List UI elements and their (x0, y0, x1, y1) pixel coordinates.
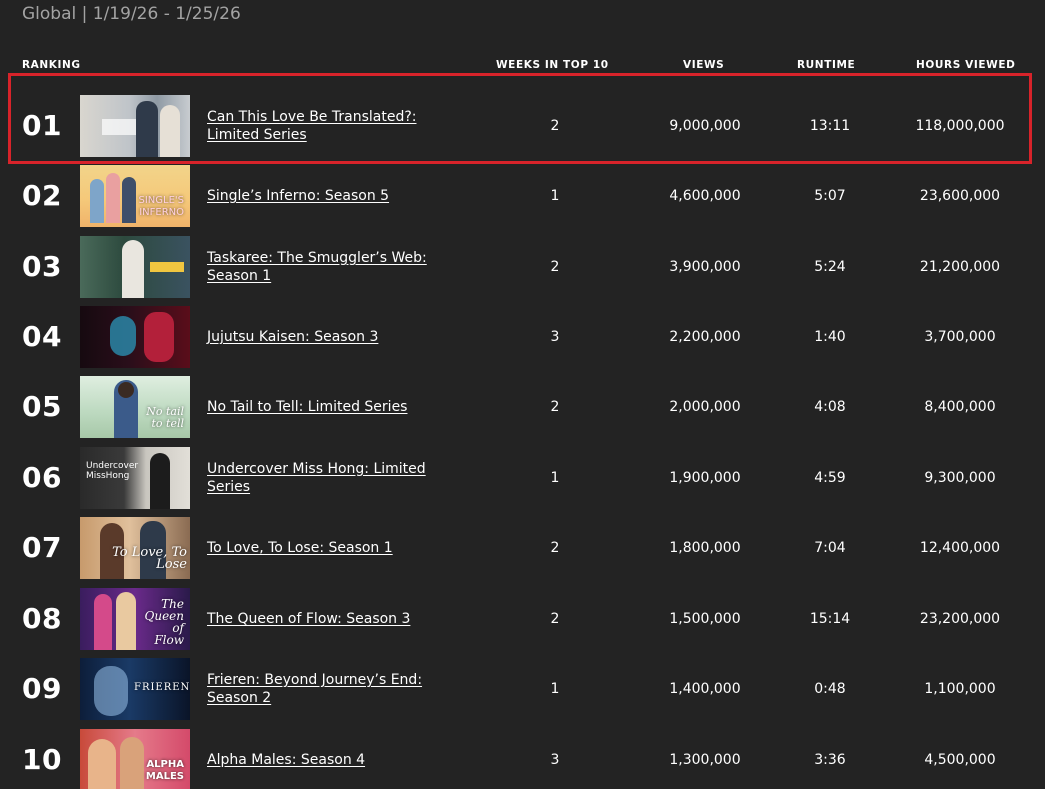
table-row: 02 SINGLE'S INFERNO Single’s Inferno: Se… (0, 165, 1045, 227)
rank-number: 08 (22, 602, 62, 635)
title-link[interactable]: Undercover Miss Hong: Limited Series (207, 460, 447, 496)
rank-number: 02 (22, 179, 62, 212)
weeks-value: 2 (550, 118, 560, 134)
hours-value: 23,200,000 (919, 611, 1001, 627)
title-link[interactable]: Can This Love Be Translated?: Limited Se… (207, 108, 447, 144)
title-thumbnail[interactable] (80, 236, 190, 298)
column-header-hours: HOURS VIEWED (916, 59, 1016, 71)
title-thumbnail[interactable] (80, 95, 190, 157)
title-thumbnail[interactable]: FRIEREN (80, 658, 190, 720)
hours-value: 3,700,000 (924, 329, 996, 345)
title-thumbnail[interactable] (80, 306, 190, 368)
table-row: 01 Can This Love Be Translated?: Limited… (0, 95, 1045, 157)
weeks-value: 2 (550, 540, 560, 556)
runtime-value: 3:36 (814, 752, 846, 768)
rank-number: 05 (22, 390, 62, 423)
title-thumbnail[interactable]: The Queen of Flow (80, 588, 190, 650)
hours-value: 8,400,000 (924, 399, 996, 415)
column-header-ranking: RANKING (22, 59, 81, 71)
rank-number: 09 (22, 672, 62, 705)
title-link[interactable]: To Love, To Lose: Season 1 (207, 539, 447, 557)
title-thumbnail[interactable]: SINGLE'S INFERNO (80, 165, 190, 227)
weeks-value: 3 (550, 752, 560, 768)
weeks-value: 2 (550, 611, 560, 627)
title-thumbnail[interactable]: ALPHA MALES (80, 729, 190, 789)
runtime-value: 1:40 (814, 329, 846, 345)
views-value: 1,900,000 (669, 470, 741, 486)
hours-value: 12,400,000 (919, 540, 1001, 556)
hours-value: 1,100,000 (924, 681, 996, 697)
thumbnail-caption: ALPHA MALES (145, 759, 184, 782)
runtime-value: 4:08 (814, 399, 846, 415)
runtime-value: 4:59 (814, 470, 846, 486)
runtime-value: 15:14 (809, 611, 851, 627)
views-value: 2,000,000 (669, 399, 741, 415)
column-header-runtime: RUNTIME (797, 59, 856, 71)
table-row: 03 Taskaree: The Smuggler’s Web: Season … (0, 236, 1045, 298)
rank-number: 03 (22, 250, 62, 283)
table-row: 04 Jujutsu Kaisen: Season 3 3 2,200,000 … (0, 306, 1045, 368)
weeks-value: 2 (550, 259, 560, 275)
views-value: 3,900,000 (669, 259, 741, 275)
views-value: 1,300,000 (669, 752, 741, 768)
thumbnail-caption: To Love, To Lose (112, 545, 187, 572)
runtime-value: 5:24 (814, 259, 846, 275)
title-link[interactable]: Frieren: Beyond Journey’s End: Season 2 (207, 671, 447, 707)
rank-number: 10 (22, 743, 62, 776)
hours-value: 21,200,000 (919, 259, 1001, 275)
thumbnail-caption: SINGLE'S INFERNO (138, 195, 184, 218)
title-link[interactable]: The Queen of Flow: Season 3 (207, 610, 447, 628)
hours-value: 118,000,000 (915, 118, 1005, 134)
thumbnail-caption: The Queen of Flow (144, 597, 185, 647)
rank-number: 01 (22, 109, 62, 142)
weeks-value: 1 (550, 470, 560, 486)
weeks-value: 1 (550, 681, 560, 697)
title-link[interactable]: Taskaree: The Smuggler’s Web: Season 1 (207, 249, 447, 285)
title-link[interactable]: Alpha Males: Season 4 (207, 751, 447, 769)
thumbnail-caption: Undercover MissHong (86, 461, 139, 481)
weeks-value: 2 (550, 399, 560, 415)
weeks-value: 1 (550, 188, 560, 204)
title-link[interactable]: Single’s Inferno: Season 5 (207, 187, 447, 205)
views-value: 1,500,000 (669, 611, 741, 627)
runtime-value: 5:07 (814, 188, 846, 204)
runtime-value: 0:48 (814, 681, 846, 697)
table-row: 06 Undercover MissHong Undercover Miss H… (0, 447, 1045, 509)
rank-number: 07 (22, 531, 62, 564)
page-subtitle: Global | 1/19/26 - 1/25/26 (22, 4, 241, 24)
table-row: 10 ALPHA MALES Alpha Males: Season 4 3 1… (0, 729, 1045, 789)
runtime-value: 7:04 (814, 540, 846, 556)
hours-value: 23,600,000 (919, 188, 1001, 204)
views-value: 2,200,000 (669, 329, 741, 345)
views-value: 4,600,000 (669, 188, 741, 204)
views-value: 1,400,000 (669, 681, 741, 697)
column-header-weeks: WEEKS IN TOP 10 (496, 59, 609, 71)
weeks-value: 3 (550, 329, 560, 345)
title-link[interactable]: No Tail to Tell: Limited Series (207, 398, 447, 416)
title-thumbnail[interactable]: No tail to tell (80, 376, 190, 438)
rank-number: 06 (22, 461, 62, 494)
thumbnail-caption: No tail to tell (146, 405, 184, 430)
table-row: 09 FRIEREN Frieren: Beyond Journey’s End… (0, 658, 1045, 720)
table-row: 05 No tail to tell No Tail to Tell: Limi… (0, 376, 1045, 438)
title-link[interactable]: Jujutsu Kaisen: Season 3 (207, 328, 447, 346)
column-header-views: VIEWS (683, 59, 725, 71)
rank-number: 04 (22, 320, 62, 353)
thumbnail-caption: FRIEREN (134, 682, 190, 693)
runtime-value: 13:11 (809, 118, 851, 134)
hours-value: 9,300,000 (924, 470, 996, 486)
title-thumbnail[interactable]: To Love, To Lose (80, 517, 190, 579)
table-row: 07 To Love, To Lose To Love, To Lose: Se… (0, 517, 1045, 579)
hours-value: 4,500,000 (924, 752, 996, 768)
views-value: 1,800,000 (669, 540, 741, 556)
title-thumbnail[interactable]: Undercover MissHong (80, 447, 190, 509)
table-row: 08 The Queen of Flow The Queen of Flow: … (0, 588, 1045, 650)
views-value: 9,000,000 (669, 118, 741, 134)
